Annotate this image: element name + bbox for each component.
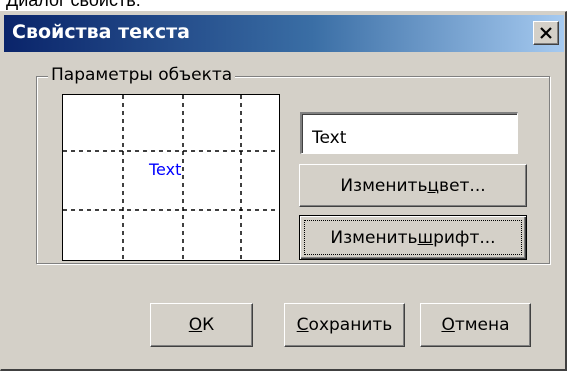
close-button[interactable] [533, 21, 559, 45]
change-color-button[interactable]: Изменить ц вет... [299, 164, 527, 207]
change-font-mnemonic: ш [417, 227, 434, 248]
text-value-input[interactable] [300, 112, 518, 154]
preview-sample-text: Text [149, 160, 182, 179]
cancel-button[interactable]: Отмена [420, 303, 531, 347]
save-label-end: охранить [308, 315, 393, 335]
save-button[interactable]: Сохранить [284, 303, 405, 347]
text-preview-area: Text [62, 94, 280, 261]
ok-mnemonic: О [188, 315, 203, 335]
cancel-label-end: тмена [454, 315, 510, 335]
object-params-label: Параметры объекта [48, 65, 236, 85]
change-font-label-start: Изменить [330, 227, 418, 248]
background-caption: Диалог свойств: [0, 0, 573, 11]
change-font-label-end: рифт... [433, 227, 496, 248]
save-mnemonic: С [296, 315, 309, 335]
ok-button[interactable]: ОК [150, 303, 253, 347]
dialog-title: Свойства текста [12, 21, 190, 43]
change-font-button[interactable]: Изменить ш рифт... [299, 215, 527, 260]
change-color-mnemonic: ц [427, 175, 440, 196]
background-caption-text: Диалог свойств: [6, 0, 141, 10]
ok-label-end: К [202, 315, 215, 335]
change-color-label-start: Изменить [340, 175, 428, 196]
title-bar[interactable]: Свойства текста [4, 15, 564, 52]
change-color-label-end: вет... [439, 175, 486, 196]
cancel-mnemonic: О [441, 315, 455, 335]
close-icon [540, 27, 552, 39]
